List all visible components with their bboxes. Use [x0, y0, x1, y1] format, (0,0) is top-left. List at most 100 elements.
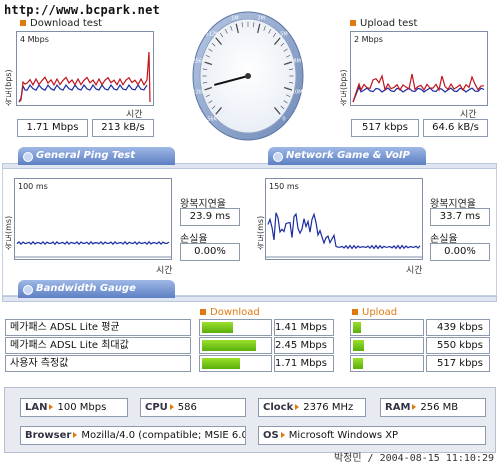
ram-key: RAM — [385, 402, 411, 413]
clock-key: Clock — [263, 402, 294, 413]
upload-kBs-value: 64.6 kB/s — [423, 119, 488, 137]
lan-value: 100 Mbps — [57, 402, 107, 413]
download-graph: 4 Mbps — [16, 31, 154, 106]
upload-graph: 2 Mbps — [350, 31, 488, 106]
upload-test-title-text: Upload test — [360, 18, 418, 29]
gauge-scale-label: 2M — [257, 16, 265, 22]
ping-x-label: 시간 — [156, 266, 173, 276]
bandwidth-upload-bar-fill — [353, 340, 364, 351]
bandwidth-upload-bar-fill — [353, 358, 363, 369]
bandwidth-row-label: 메가패스 ADSL Lite 평균 — [5, 319, 191, 336]
upload-graph-plot — [352, 73, 485, 103]
voip-loss-value: 0.00% — [430, 243, 490, 261]
gauge-scale-label: 56K — [207, 117, 217, 123]
ping-graph-plot — [15, 240, 171, 258]
orange-arrow-icon — [295, 404, 300, 410]
orange-arrow-icon — [49, 404, 54, 410]
bandwidth-download-value: 1.41 Mbps — [274, 319, 334, 336]
upload-y-axis-label: 속도(bps) — [339, 69, 348, 106]
bandwidth-download-header-text: Download — [210, 307, 260, 318]
tab-network-game-voip-test[interactable]: Network Game & VoIP Test — [268, 147, 426, 179]
bandwidth-upload-bar — [350, 337, 424, 354]
orange-arrow-icon — [280, 432, 285, 438]
bandwidth-row-label: 메가패스 ADSL Lite 최대값 — [5, 337, 191, 354]
clock-info: Clock 2376 MHz — [258, 398, 366, 417]
bandwidth-upload-value: 517 kbps — [426, 355, 490, 372]
orange-arrow-icon — [73, 432, 78, 438]
clock-value: 2376 MHz — [303, 402, 354, 413]
browser-info: Browser Mozilla/4.0 (compatible; MSIE 6.0 — [20, 426, 246, 445]
gauge-scale-label: 10M — [292, 90, 303, 96]
ping-rtt-value: 23.9 ms — [180, 208, 240, 226]
os-value: Microsoft Windows XP — [288, 430, 399, 441]
bandwidth-download-bar — [199, 337, 272, 354]
bandwidth-download-bar-fill — [202, 322, 233, 333]
upload-test-title: Upload test — [350, 18, 417, 29]
bandwidth-upload-header-text: Upload — [362, 307, 398, 318]
footer-signature: 박정민 / 2004-08-15 11:10:29 — [333, 453, 494, 464]
bandwidth-upload-bar — [350, 355, 424, 372]
bandwidth-upload-bar — [350, 319, 424, 336]
bandwidth-upload-bar-fill — [353, 322, 361, 333]
voip-series — [267, 212, 421, 250]
download-graph-plot — [18, 51, 151, 103]
watermark-url: http://www.bcpark.net — [4, 3, 160, 17]
download-series-red — [18, 51, 151, 103]
gauge-scale-label: 5M — [280, 31, 288, 37]
gauge-scale-label: 256K — [192, 58, 206, 64]
os-key: OS — [263, 430, 279, 441]
download-test-title-text: Download test — [30, 18, 103, 29]
bandwidth-upload-value: 439 kbps — [426, 319, 490, 336]
tab-general-ping-test-label: General Ping Test — [36, 150, 136, 161]
ping-series — [16, 240, 170, 246]
download-kBs-value: 213 kB/s — [92, 119, 154, 137]
bandwidth-download-value: 1.71 Mbps — [274, 355, 334, 372]
bandwidth-row-label: 사용자 측정값 — [5, 355, 191, 372]
gauge-scale-label: 512K — [206, 31, 220, 37]
tab-bandwidth-gauge[interactable]: Bandwidth Gauge — [18, 280, 175, 298]
ram-value: 256 MB — [420, 402, 459, 413]
orange-bullet-icon — [350, 20, 356, 26]
speed-gauge: 56K 128K 256K 512K 1M 2M 5M 8M 10M 0 — [192, 11, 304, 141]
orange-arrow-icon — [169, 404, 174, 410]
lan-key: LAN — [25, 402, 48, 413]
download-y-axis-label: 속도(bps) — [4, 69, 13, 106]
cpu-value: 586 — [177, 402, 197, 413]
bandwidth-download-bar-fill — [202, 358, 240, 369]
ram-info: RAM 256 MB — [380, 398, 486, 417]
bandwidth-download-header: Download — [200, 307, 260, 318]
bandwidth-download-value: 2.45 Mbps — [274, 337, 334, 354]
orange-bullet-icon — [352, 309, 358, 315]
download-test-title: Download test — [20, 18, 102, 29]
bandwidth-upload-header: Upload — [352, 307, 397, 318]
orange-bullet-icon — [20, 20, 26, 26]
ping-loss-value: 0.00% — [180, 243, 240, 261]
browser-value: Mozilla/4.0 (compatible; MSIE 6.0 — [81, 430, 246, 441]
voip-graph: 150 ms — [265, 178, 423, 260]
cpu-info: CPU 586 — [140, 398, 246, 417]
download-mbps-value: 1.71 Mbps — [17, 119, 88, 137]
bandwidth-upload-value: 550 kbps — [426, 337, 490, 354]
orange-bullet-icon — [200, 309, 206, 315]
orange-arrow-icon — [412, 404, 417, 410]
voip-x-label: 시간 — [406, 266, 423, 276]
tab-general-ping-test[interactable]: General Ping Test — [18, 147, 175, 165]
os-info: OS Microsoft Windows XP — [258, 426, 486, 445]
upload-series-blue — [352, 85, 485, 103]
tab-bandwidth-gauge-label: Bandwidth Gauge — [36, 283, 136, 294]
lan-info: LAN 100 Mbps — [20, 398, 128, 417]
gauge-scale-label: 1M — [231, 16, 239, 22]
ping-graph: 100 ms — [14, 178, 172, 260]
voip-rtt-value: 33.7 ms — [430, 208, 490, 226]
gauge-scale-label: 128K — [192, 90, 206, 96]
download-series-blue — [18, 83, 148, 103]
browser-key: Browser — [25, 430, 72, 441]
bandwidth-download-bar — [199, 355, 272, 372]
upload-kbps-value: 517 kbps — [351, 119, 419, 137]
ping-y-axis-label: 속도(ms) — [4, 215, 13, 250]
voip-graph-plot — [266, 212, 422, 258]
cpu-key: CPU — [145, 402, 168, 413]
gauge-scale-label: 8M — [293, 58, 301, 64]
gauge-scale-label: 0 — [282, 117, 285, 123]
bandwidth-download-bar-fill — [202, 340, 256, 351]
